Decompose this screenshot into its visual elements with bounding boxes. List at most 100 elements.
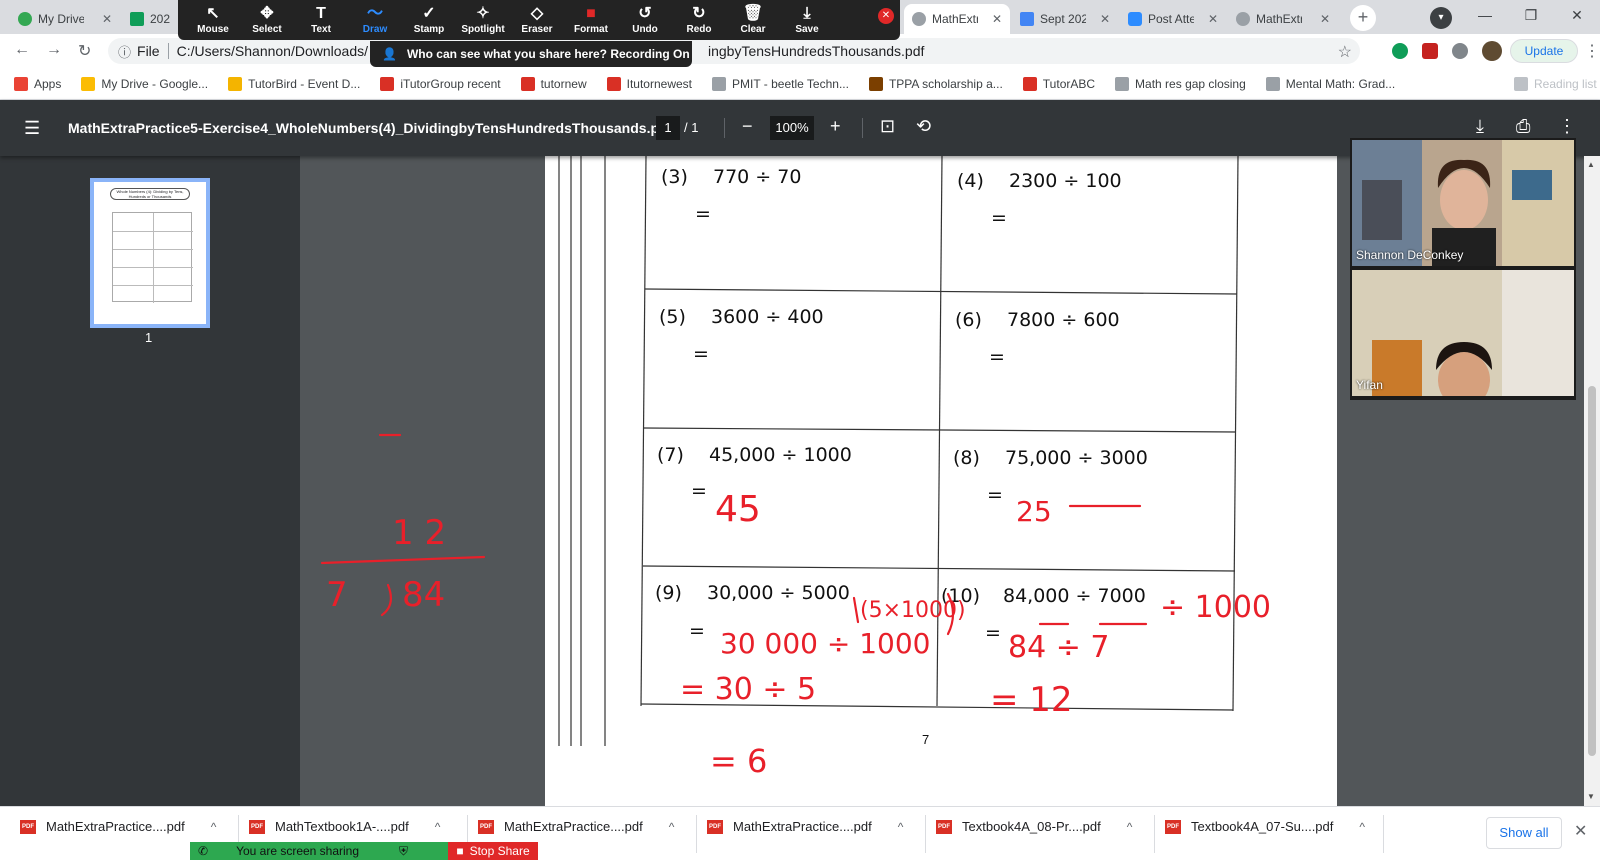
address-bar[interactable]: ⓘ File C:/Users/Shannon/Downloads/ ingby… <box>108 38 1360 64</box>
tool-clear[interactable]: 🗑 Clear <box>726 0 780 40</box>
update-button[interactable]: Update <box>1510 39 1578 63</box>
page-thumbnail[interactable]: Whole Numbers (4): Dividing by Tens, Hun… <box>90 178 210 328</box>
tab-label: Sept 202 <box>1040 12 1086 26</box>
bookmark-item[interactable]: tutornew <box>520 76 587 91</box>
tab-mathextra-active[interactable]: MathExtr ✕ <box>904 4 1010 34</box>
bookmark-item[interactable]: Reading list <box>1514 76 1597 91</box>
reload-icon[interactable]: ↻ <box>78 41 91 61</box>
fit-page-icon[interactable]: ⊡ <box>880 116 895 137</box>
stop-share-button[interactable]: ■ Stop Share <box>448 842 538 860</box>
bookmark-star-icon[interactable]: ☆ <box>1338 42 1352 62</box>
tab-mathextra-2[interactable]: MathExtr ✕ <box>1228 4 1338 34</box>
problem-number: (7) <box>657 444 684 466</box>
tool-format[interactable]: ■ Format <box>564 0 618 40</box>
problem-equals: = <box>691 480 707 502</box>
recording-notice[interactable]: 👤 Who can see what you share here? Recor… <box>370 41 692 67</box>
menu-hamburger-icon[interactable]: ☰ <box>24 118 40 139</box>
download-item[interactable]: PDF MathExtraPractice....pdf ^ <box>478 819 674 834</box>
bookmark-label: My Drive - Google... <box>101 76 209 91</box>
tab-label: MathExtr <box>1256 12 1302 26</box>
sharing-status[interactable]: ✆ You are screen sharing ⛨ <box>190 842 448 860</box>
download-icon[interactable]: ⤓ <box>1476 116 1484 137</box>
tab-sheets[interactable]: 2021 <box>122 4 178 34</box>
bookmark-item[interactable]: Itutornewest <box>606 76 692 91</box>
tool-spotlight[interactable]: ✧ Spotlight <box>456 0 510 40</box>
download-item[interactable]: PDF Textbook4A_07-Su....pdf ^ <box>1165 819 1365 834</box>
bookmark-item[interactable]: TPPA scholarship a... <box>868 76 1003 91</box>
divider <box>1383 815 1384 853</box>
problem-equals: = <box>693 343 709 365</box>
download-item[interactable]: PDF MathExtraPractice....pdf ^ <box>20 819 216 834</box>
more-options-icon[interactable]: ⋮ <box>1558 116 1576 137</box>
chevron-up-icon[interactable]: ^ <box>1359 820 1365 834</box>
tool-undo[interactable]: ↺ Undo <box>618 0 672 40</box>
download-item[interactable]: PDF MathTextbook1A-....pdf ^ <box>249 819 440 834</box>
bookmark-item[interactable]: Apps <box>14 76 61 91</box>
menu-icon[interactable]: ⋮ <box>1584 41 1600 61</box>
download-item[interactable]: PDF MathExtraPractice....pdf ^ <box>707 819 903 834</box>
problem-expression: 770 ÷ 70 <box>713 166 802 188</box>
info-icon[interactable]: ⓘ <box>118 42 131 61</box>
chevron-up-icon[interactable]: ^ <box>1127 820 1133 834</box>
window-close-icon[interactable]: ✕ <box>1554 0 1600 30</box>
bookmark-item[interactable]: iTutorGroup recent <box>380 76 501 91</box>
tab-search-icon[interactable]: ▾ <box>1430 7 1452 29</box>
close-icon[interactable]: ✕ <box>1208 12 1218 26</box>
tab-my-drive[interactable]: My Drive ✕ <box>10 4 120 34</box>
new-tab-button[interactable]: + <box>1350 5 1376 31</box>
video-tile-student[interactable]: Yifan <box>1352 270 1574 396</box>
zoom-level-input[interactable]: 100% <box>770 116 814 140</box>
extension-icon[interactable] <box>1392 43 1408 59</box>
zoom-out-icon[interactable]: − <box>742 116 753 137</box>
scroll-down-icon[interactable]: ▼ <box>1587 792 1595 801</box>
download-item[interactable]: PDF Textbook4A_08-Pr....pdf ^ <box>936 819 1132 834</box>
bookmark-item[interactable]: My Drive - Google... <box>81 76 209 91</box>
forward-icon[interactable]: → <box>46 41 62 59</box>
viewer-scrollbar[interactable]: ▲ ▼ <box>1584 156 1600 806</box>
video-tile-host[interactable]: Shannon DeConkey <box>1352 140 1574 266</box>
close-icon[interactable]: ✕ <box>102 12 112 26</box>
scroll-up-icon[interactable]: ▲ <box>1587 160 1595 169</box>
chevron-up-icon[interactable]: ^ <box>898 820 904 834</box>
problem-expression: 7800 ÷ 600 <box>1007 309 1120 331</box>
close-icon[interactable]: ✕ <box>992 12 1002 26</box>
page-number-input[interactable]: 1 <box>656 116 680 140</box>
close-toolbar-icon[interactable]: ✕ <box>878 8 894 24</box>
tool-stamp[interactable]: ✓ Stamp <box>402 0 456 40</box>
bookmark-favicon-icon <box>868 76 883 91</box>
bookmark-item[interactable]: PMIT - beetle Techn... <box>712 76 849 91</box>
tool-select[interactable]: ✥ Select <box>240 0 294 40</box>
back-icon[interactable]: ← <box>14 41 30 59</box>
print-icon[interactable]: ⎙ <box>1516 116 1530 137</box>
bookmark-favicon-icon <box>606 76 621 91</box>
format-icon: ■ <box>586 5 596 22</box>
tool-save[interactable]: ⤓ Save <box>780 0 834 40</box>
tab-sept-doc[interactable]: Sept 202 ✕ <box>1012 4 1118 34</box>
tool-text[interactable]: T Text <box>294 0 348 40</box>
close-downloads-icon[interactable]: ✕ <box>1574 821 1587 841</box>
eraser-icon: ◇ <box>530 5 544 22</box>
close-icon[interactable]: ✕ <box>1100 12 1110 26</box>
show-all-button[interactable]: Show all <box>1486 817 1562 849</box>
bookmark-item[interactable]: TutorABC <box>1022 76 1095 91</box>
scrollbar-thumb[interactable] <box>1588 386 1596 756</box>
chevron-up-icon[interactable]: ^ <box>669 820 675 834</box>
puzzle-icon[interactable] <box>1452 43 1468 59</box>
bookmark-item[interactable]: Mental Math: Grad... <box>1265 76 1395 91</box>
tool-redo[interactable]: ↻ Redo <box>672 0 726 40</box>
minimize-icon[interactable]: — <box>1462 0 1508 30</box>
tab-post-attendance[interactable]: Post Atte ✕ <box>1120 4 1226 34</box>
tool-mouse[interactable]: ↖ Mouse <box>186 0 240 40</box>
avatar[interactable] <box>1482 41 1502 61</box>
tool-draw[interactable]: 〜 Draw <box>348 0 402 40</box>
chevron-up-icon[interactable]: ^ <box>435 820 441 834</box>
zoom-in-icon[interactable]: + <box>830 116 841 137</box>
tool-eraser[interactable]: ◇ Eraser <box>510 0 564 40</box>
bookmark-item[interactable]: Math res gap closing <box>1115 76 1246 91</box>
rotate-icon[interactable]: ⟲ <box>916 116 931 137</box>
close-icon[interactable]: ✕ <box>1320 12 1330 26</box>
ublock-icon[interactable] <box>1422 43 1438 59</box>
restore-icon[interactable]: ❐ <box>1508 0 1554 30</box>
bookmark-item[interactable]: TutorBird - Event D... <box>228 76 360 91</box>
chevron-up-icon[interactable]: ^ <box>211 820 217 834</box>
